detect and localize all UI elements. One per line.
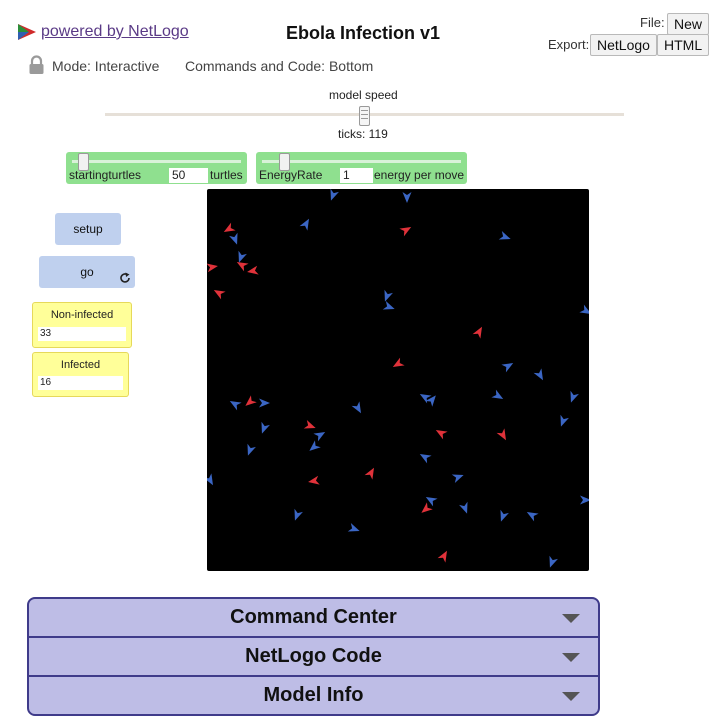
healthy-turtle xyxy=(425,395,436,407)
slider-energyrate[interactable]: EnergyRate 1 energy per move xyxy=(256,152,467,184)
healthy-turtle xyxy=(330,188,339,201)
slider-startingturtles[interactable]: startingturtles 50 turtles xyxy=(66,152,247,184)
monitor-value: 16 xyxy=(38,376,123,390)
healthy-turtle xyxy=(579,304,592,314)
export-html-button[interactable]: HTML xyxy=(657,34,710,56)
healthy-turtle xyxy=(419,394,432,404)
slider-units: energy per move xyxy=(374,168,465,182)
infected-turtle xyxy=(308,475,320,485)
model-info-title: Model Info xyxy=(263,684,364,706)
healthy-turtle xyxy=(229,232,238,245)
healthy-turtle xyxy=(459,501,468,514)
speed-label: model speed xyxy=(329,88,398,102)
healthy-turtle xyxy=(491,389,504,399)
world-view[interactable] xyxy=(203,188,592,571)
infected-turtle xyxy=(392,357,405,367)
infected-turtle xyxy=(206,263,218,273)
healthy-turtle xyxy=(238,250,247,263)
slider-track[interactable] xyxy=(72,160,241,163)
monitor-infected: Infected 16 xyxy=(32,352,129,397)
ticks-counter: ticks: 119 xyxy=(338,127,388,141)
healthy-turtle xyxy=(549,555,558,568)
monitor-non-infected: Non-infected 33 xyxy=(32,302,132,348)
command-center-title: Command Center xyxy=(230,606,397,628)
healthy-turtle xyxy=(501,363,514,373)
healthy-turtle xyxy=(309,440,321,451)
go-button[interactable]: go xyxy=(39,256,135,288)
slider-units: turtles xyxy=(210,168,243,182)
chevron-down-icon[interactable] xyxy=(562,613,580,623)
monitor-label: Infected xyxy=(60,359,101,371)
healthy-turtle xyxy=(247,443,256,456)
powered-by-link[interactable]: powered by NetLogo xyxy=(17,23,189,41)
netlogo-code-panel[interactable]: NetLogo Code xyxy=(27,636,600,677)
healthy-turtle xyxy=(382,301,395,310)
healthy-turtle xyxy=(313,432,326,442)
healthy-turtle xyxy=(500,509,509,522)
netlogo-code-title: NetLogo Code xyxy=(245,645,382,667)
forever-icon xyxy=(120,272,130,283)
infected-turtle xyxy=(303,420,316,429)
slider-value[interactable]: 1 xyxy=(340,168,373,183)
slider-track[interactable] xyxy=(262,160,461,163)
speed-slider-thumb[interactable] xyxy=(359,106,370,126)
chevron-down-icon[interactable] xyxy=(562,691,580,701)
healthy-turtle xyxy=(498,231,511,240)
infected-turtle xyxy=(247,265,259,275)
commands-code-position[interactable]: Commands and Code: Bottom xyxy=(185,58,373,74)
infected-turtle xyxy=(399,227,412,237)
healthy-turtle xyxy=(347,523,360,532)
healthy-turtle xyxy=(419,454,432,464)
page-title: Ebola Infection v1 xyxy=(286,23,441,43)
healthy-turtle xyxy=(261,421,270,434)
command-center-panel[interactable]: Command Center xyxy=(27,597,600,638)
healthy-turtle xyxy=(351,401,361,414)
lock-icon[interactable] xyxy=(28,55,45,75)
netlogo-logo-icon xyxy=(18,24,36,40)
monitor-value: 33 xyxy=(38,327,126,341)
chevron-down-icon[interactable] xyxy=(562,652,580,662)
healthy-turtle xyxy=(580,495,591,505)
export-netlogo-button[interactable]: NetLogo xyxy=(590,34,657,56)
mode-text: Mode: Interactive xyxy=(52,58,160,74)
powered-by-text[interactable]: powered by NetLogo xyxy=(41,23,189,41)
infected-turtle xyxy=(496,428,506,441)
world-canvas[interactable] xyxy=(203,188,592,571)
healthy-turtle xyxy=(402,192,412,203)
infected-turtle xyxy=(223,222,236,232)
infected-turtle xyxy=(435,430,448,440)
monitor-label: Non-infected xyxy=(50,309,114,321)
healthy-turtle xyxy=(570,390,579,403)
model-info-panel[interactable]: Model Info xyxy=(27,675,600,716)
healthy-turtle xyxy=(560,414,569,427)
export-label: Export: xyxy=(548,37,590,52)
healthy-turtle xyxy=(425,497,438,507)
infected-turtle xyxy=(245,395,257,406)
healthy-turtle xyxy=(294,508,303,521)
setup-button[interactable]: setup xyxy=(55,213,121,245)
healthy-turtle xyxy=(533,368,543,381)
infected-turtle xyxy=(364,467,374,480)
healthy-turtle xyxy=(451,474,464,483)
go-button-label: go xyxy=(80,265,94,279)
infected-turtle xyxy=(421,502,433,513)
infected-turtle xyxy=(437,550,447,563)
new-button[interactable]: New xyxy=(667,13,710,35)
slider-label: startingturtles xyxy=(69,168,142,182)
healthy-turtle xyxy=(384,289,393,302)
slider-value[interactable]: 50 xyxy=(169,168,208,183)
healthy-turtle xyxy=(299,218,309,231)
infected-turtle xyxy=(472,326,482,339)
slider-label: EnergyRate xyxy=(259,168,323,182)
healthy-turtle xyxy=(259,398,270,408)
file-label: File: xyxy=(640,15,665,30)
infected-turtle xyxy=(213,290,226,300)
healthy-turtle xyxy=(229,401,242,411)
healthy-turtle xyxy=(203,473,213,486)
healthy-turtle xyxy=(526,512,539,522)
infected-turtle xyxy=(236,262,249,272)
